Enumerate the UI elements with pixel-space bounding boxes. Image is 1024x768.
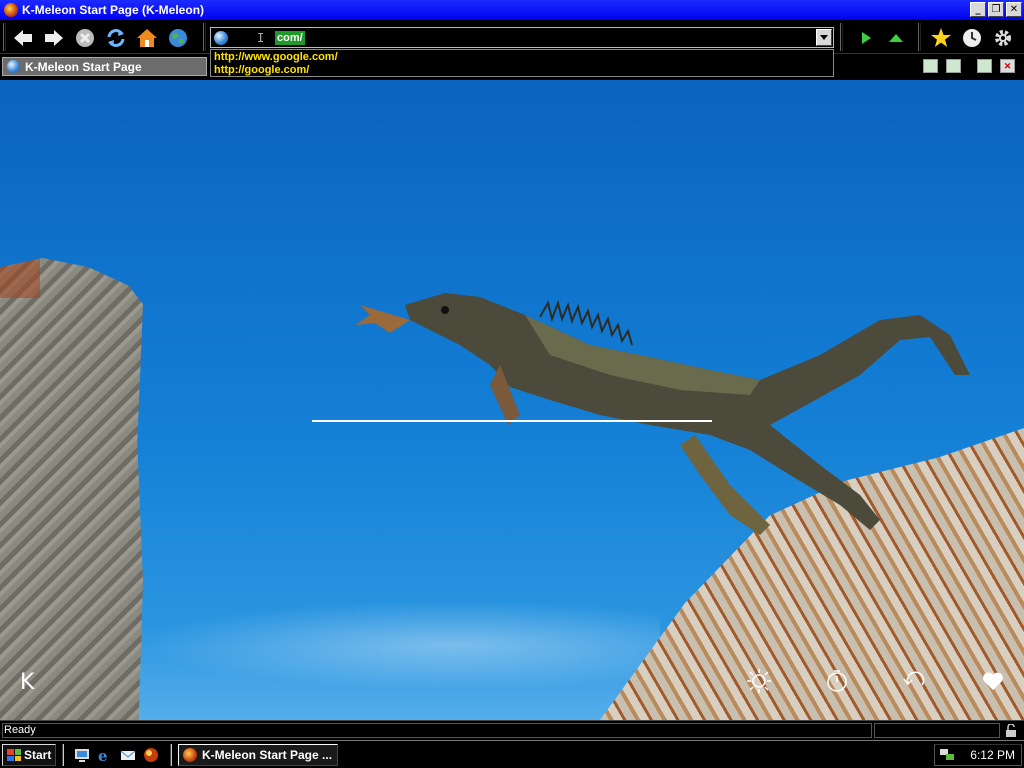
new-tab-icon[interactable] — [923, 59, 938, 73]
taskbar-separator — [62, 744, 64, 766]
minimize-button[interactable]: _ — [970, 2, 986, 17]
bookmark-star-icon — [931, 28, 951, 47]
globe-icon — [7, 60, 20, 73]
clock[interactable]: 6:12 PM — [970, 748, 1015, 762]
autocomplete-item[interactable]: http://google.com/ — [214, 64, 830, 77]
brightness-button[interactable] — [744, 666, 774, 696]
desktop-icon[interactable] — [74, 747, 90, 763]
toolbar-grip[interactable] — [203, 23, 206, 51]
rock-left-image — [0, 258, 143, 720]
system-tray: 6:12 PM — [934, 744, 1022, 766]
tab-label: K-Meleon Start Page — [25, 59, 142, 74]
k-meleon-icon[interactable] — [143, 747, 159, 763]
back-icon — [14, 30, 32, 46]
go-icon — [862, 32, 871, 44]
reload-button[interactable] — [103, 25, 129, 51]
page-divider-line — [312, 420, 712, 422]
autocomplete-item[interactable]: http://www.google.com/ — [214, 51, 830, 64]
status-progress-pane — [874, 723, 1000, 738]
cloud-background — [140, 600, 660, 690]
settings-gear-icon — [995, 30, 1011, 46]
new-window-icon[interactable] — [946, 59, 961, 73]
up-icon — [889, 34, 903, 42]
new-layer-icon[interactable] — [977, 59, 992, 73]
up-button[interactable] — [883, 25, 909, 51]
heart-icon — [983, 672, 1003, 690]
start-label: Start — [24, 748, 52, 762]
taskbar-separator — [170, 744, 172, 766]
windows-logo-icon — [7, 749, 21, 761]
k-meleon-icon — [183, 748, 197, 762]
autocomplete-dropdown: http://www.google.com/ http://google.com… — [210, 49, 834, 77]
outlook-express-icon[interactable] — [120, 747, 136, 763]
k-logo-link[interactable]: K — [20, 670, 34, 695]
address-input[interactable]: com/ — [275, 31, 305, 45]
toolbar-grip[interactable] — [840, 23, 843, 51]
tab-start-page[interactable]: K-Meleon Start Page — [2, 57, 207, 76]
home-button[interactable] — [134, 25, 160, 51]
address-bar[interactable]: I com/ — [210, 27, 834, 48]
history-clock-icon — [963, 29, 981, 47]
maximize-button[interactable]: ❐ — [988, 2, 1004, 17]
home-icon — [137, 29, 157, 47]
stop-icon — [76, 29, 94, 47]
taskbar-item-label: K-Meleon Start Page ... — [202, 748, 333, 762]
globe-icon — [214, 31, 228, 45]
svg-text:e: e — [98, 747, 108, 763]
title-bar: K-Meleon Start Page (K-Meleon) _ ❐ ✕ — [0, 0, 1024, 20]
text-cursor-icon: I — [257, 31, 265, 45]
stop-button[interactable] — [72, 25, 98, 51]
iguana-image — [355, 293, 970, 535]
status-bar: Ready — [0, 720, 1024, 739]
timer-icon — [827, 670, 847, 692]
security-lock-icon[interactable] — [1004, 724, 1018, 737]
taskbar-item-k-meleon[interactable]: K-Meleon Start Page ... — [178, 744, 338, 766]
start-button[interactable]: Start — [2, 744, 56, 766]
toolbar-grip[interactable] — [3, 23, 6, 51]
taskbar: Start e K-Meleon Start Page ... 6:12 PM — [0, 740, 1024, 768]
web-button[interactable] — [165, 25, 191, 51]
undo-icon — [903, 671, 925, 686]
back-button[interactable] — [10, 25, 36, 51]
address-dropdown-button[interactable] — [816, 29, 832, 46]
close-button[interactable]: ✕ — [1006, 2, 1022, 17]
go-button[interactable] — [853, 25, 879, 51]
close-tab-button[interactable]: ✕ — [1000, 59, 1015, 73]
status-text: Ready — [2, 723, 872, 738]
window-controls: _ ❐ ✕ — [970, 2, 1022, 17]
globe-icon — [169, 29, 187, 47]
history-button[interactable] — [959, 25, 985, 51]
page-content: K — [0, 80, 1024, 720]
timer-button[interactable] — [822, 666, 852, 696]
settings-button[interactable] — [990, 25, 1016, 51]
window-title: K-Meleon Start Page (K-Meleon) — [22, 3, 205, 17]
forward-icon — [45, 30, 63, 46]
internet-explorer-icon[interactable]: e — [97, 747, 113, 763]
bookmarks-button[interactable] — [928, 25, 954, 51]
reload-icon — [107, 29, 125, 47]
favorite-button[interactable] — [978, 666, 1008, 696]
toolbar-grip[interactable] — [918, 23, 921, 51]
brightness-icon — [747, 669, 771, 693]
k-meleon-app-icon[interactable] — [4, 3, 18, 17]
forward-button[interactable] — [41, 25, 67, 51]
undo-button[interactable] — [900, 666, 930, 696]
network-icon[interactable] — [939, 748, 955, 762]
